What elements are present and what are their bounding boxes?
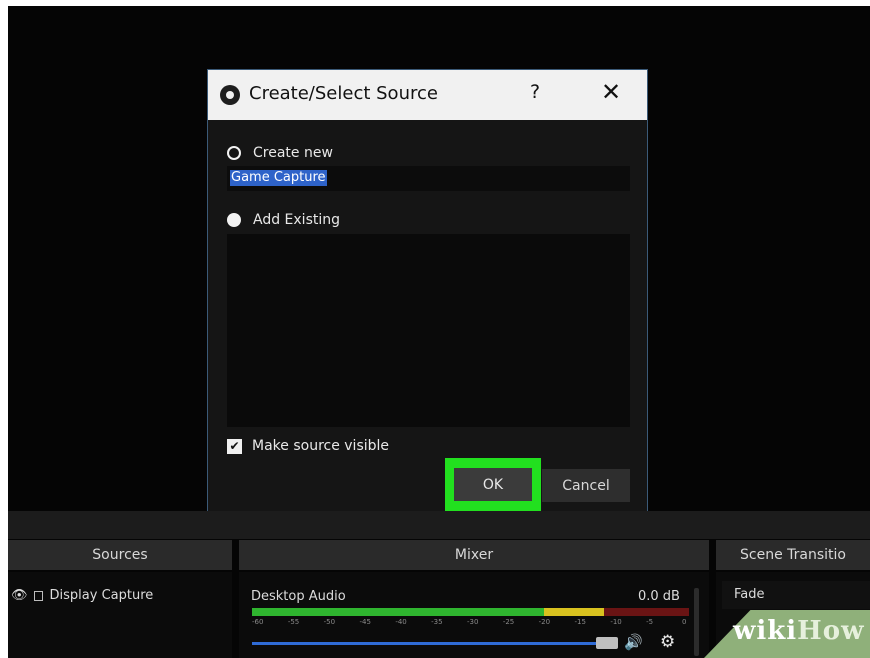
make-visible-checkbox-row[interactable]: ✔ Make source visible — [227, 438, 389, 454]
panel-divider — [8, 511, 870, 539]
cancel-button[interactable]: Cancel — [542, 469, 630, 502]
audio-level-meter — [252, 608, 689, 616]
source-item-label: Display Capture — [49, 588, 154, 603]
dialog-titlebar: Create/Select Source ? ✕ — [208, 70, 647, 120]
make-visible-label: Make source visible — [252, 438, 390, 454]
meter-tick-label: -45 — [359, 618, 371, 626]
meter-tick-label: -55 — [287, 618, 300, 626]
scene-transitions-header: Scene Transitio — [716, 540, 870, 570]
meter-tick-label: -60 — [252, 618, 264, 626]
volume-slider-handle[interactable] — [596, 637, 618, 649]
meter-tick-label: -30 — [467, 618, 479, 626]
meter-tick-label: -20 — [538, 618, 551, 626]
dialog-title: Create/Select Source — [249, 83, 438, 104]
checkbox-checked-icon[interactable]: ✔ — [227, 438, 242, 454]
meter-tick-label: -35 — [431, 618, 443, 626]
speaker-icon[interactable]: 🔊 — [624, 633, 643, 651]
transition-select[interactable]: Fade — [722, 581, 870, 609]
existing-sources-list[interactable] — [227, 234, 630, 427]
source-name-value: Game Capture — [230, 170, 327, 186]
source-name-input[interactable]: Game Capture — [227, 166, 630, 191]
watermark-how: How — [797, 616, 865, 646]
mixer-header: Mixer — [239, 540, 709, 570]
sources-panel — [8, 572, 232, 658]
close-button[interactable]: ✕ — [601, 78, 621, 106]
meter-tick-label: -50 — [323, 618, 336, 626]
sources-header: Sources — [8, 540, 232, 570]
meter-red-segment — [604, 608, 689, 616]
help-button[interactable]: ? — [530, 81, 540, 103]
meter-tick-label: -15 — [574, 618, 586, 626]
mixer-level-readout: 0.0 dB — [638, 589, 680, 604]
meter-tick-label: -10 — [610, 618, 622, 626]
volume-slider-track[interactable] — [252, 642, 607, 645]
obs-window: Create/Select Source ? ✕ Create new Game… — [8, 6, 870, 658]
create-select-source-dialog: Create/Select Source ? ✕ Create new Game… — [207, 69, 648, 520]
mixer-scrollbar[interactable] — [694, 588, 699, 656]
add-existing-option[interactable]: Add Existing — [227, 210, 340, 230]
wikihow-watermark: wikiHow — [733, 616, 864, 646]
visibility-eye-icon[interactable]: 👁 — [11, 588, 28, 603]
meter-tick-label: -25 — [502, 618, 515, 626]
meter-yellow-segment — [544, 608, 604, 616]
add-existing-label: Add Existing — [253, 212, 341, 228]
create-new-option[interactable]: Create new — [227, 143, 333, 163]
ok-button[interactable]: OK — [454, 468, 532, 501]
meter-tick-labels: -60 -55 -50 -45 -40 -35 -30 -25 -20 -15 -10 -5 0 — [252, 618, 689, 630]
meter-green-segment — [252, 608, 544, 616]
meter-tick-label: -5 — [646, 618, 654, 626]
radio-unselected-icon[interactable] — [227, 146, 241, 160]
source-item-display-capture[interactable]: 👁 Display Capture — [11, 588, 153, 603]
radio-selected-icon[interactable] — [227, 213, 241, 227]
create-new-label: Create new — [253, 145, 333, 161]
obs-logo-icon — [220, 85, 240, 105]
watermark-wiki: wiki — [733, 616, 798, 646]
lock-icon[interactable] — [33, 590, 43, 601]
mixer-channel-label: Desktop Audio — [251, 589, 346, 604]
meter-tick-label: 0 — [682, 618, 687, 626]
meter-tick-label: -40 — [395, 618, 407, 626]
gear-icon[interactable]: ⚙ — [660, 632, 675, 652]
